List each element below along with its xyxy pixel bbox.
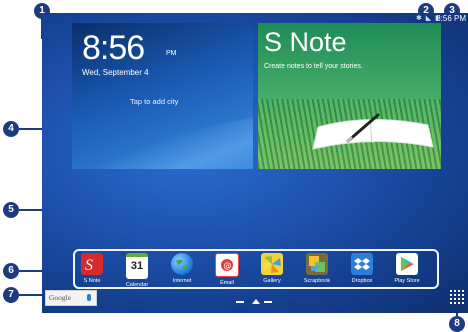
snote-widget-subtitle: Create notes to tell your stories. xyxy=(264,63,363,70)
page-indicator[interactable] xyxy=(236,299,276,305)
add-city-prompt[interactable]: Tap to add city xyxy=(130,97,178,106)
light-ray-decoration xyxy=(72,106,253,169)
status-time: 8:56 PM xyxy=(436,14,466,23)
callout-7: 7 xyxy=(3,287,19,303)
widget-date: Wed, September 4 xyxy=(82,68,149,77)
clock-weather-widget[interactable]: 8:56 PM Wed, September 4 Tap to add city xyxy=(72,23,253,169)
apps-grid-icon[interactable] xyxy=(450,290,465,305)
home-page-icon xyxy=(252,299,260,304)
page-dot xyxy=(236,301,244,303)
snote-widget-title: S Note xyxy=(264,27,347,57)
callout-5: 5 xyxy=(3,202,19,218)
google-logo: Google xyxy=(49,293,72,302)
dock-highlight-frame xyxy=(73,249,439,289)
google-search-bar[interactable]: Google xyxy=(45,290,97,306)
callout-6: 6 xyxy=(3,263,19,279)
notebook-pen-icon xyxy=(312,113,434,150)
page-dot xyxy=(264,301,272,303)
callout-8: 8 xyxy=(449,316,465,332)
microphone-icon[interactable] xyxy=(87,294,91,301)
widget-clock-ampm: PM xyxy=(166,50,177,57)
callout-4: 4 xyxy=(3,121,19,137)
snote-widget[interactable]: S Note Create notes to tell your stories… xyxy=(258,23,441,169)
widget-clock-time: 8:56 xyxy=(82,29,145,67)
